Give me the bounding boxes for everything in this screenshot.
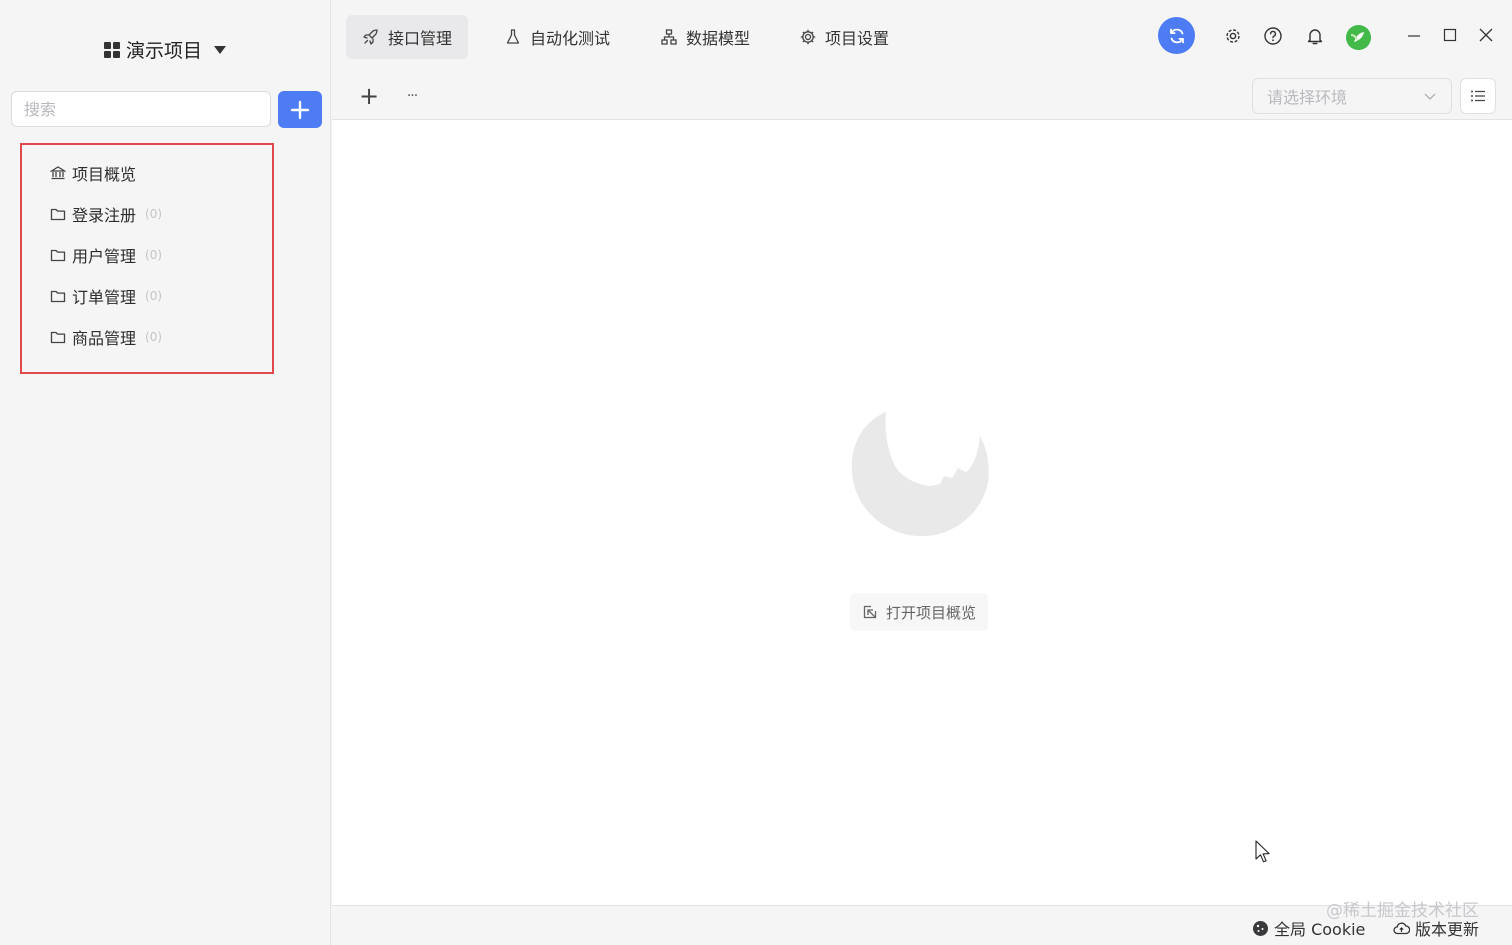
bank-icon bbox=[50, 166, 66, 180]
plus-icon bbox=[290, 100, 310, 119]
environment-placeholder: 请选择环境 bbox=[1267, 88, 1348, 107]
tab-label: 数据模型 bbox=[686, 29, 751, 48]
main-area: 接口管理 自动化测试 数据模型 项目设置 + ··· 请选择环境 打开项目概览 … bbox=[332, 0, 1512, 945]
open-overview-label: 打开项目概览 bbox=[886, 603, 977, 622]
content-panel: 打开项目概览 bbox=[332, 120, 1512, 905]
bell-icon bbox=[1307, 29, 1323, 45]
tab-automation-test[interactable]: 自动化测试 bbox=[488, 15, 626, 59]
sync-icon bbox=[1169, 28, 1184, 43]
tree-item-count: (0) bbox=[145, 289, 163, 303]
status-bar: @稀土掘金技术社区 全局 Cookie 版本更新 bbox=[332, 901, 1512, 945]
version-update-label: 版本更新 bbox=[1415, 920, 1480, 939]
tree-item-folder[interactable]: 商品管理 (0) bbox=[50, 325, 162, 349]
tree-item-label: 登录注册 bbox=[72, 206, 137, 225]
minimize-icon bbox=[1408, 35, 1420, 37]
folder-icon bbox=[50, 290, 66, 303]
list-view-button[interactable] bbox=[1460, 78, 1496, 114]
chevron-down-icon bbox=[1424, 93, 1436, 100]
environment-select[interactable]: 请选择环境 bbox=[1252, 78, 1452, 114]
folder-icon bbox=[50, 249, 66, 262]
caret-down-icon bbox=[214, 45, 227, 54]
folder-icon bbox=[50, 208, 66, 221]
tree-item-folder[interactable]: 用户管理 (0) bbox=[50, 243, 162, 267]
tree-item-count: (0) bbox=[145, 207, 163, 221]
tree-item-label: 用户管理 bbox=[72, 247, 137, 266]
mouse-cursor-icon bbox=[1255, 840, 1270, 863]
search-input[interactable] bbox=[11, 91, 271, 127]
gear-icon bbox=[1226, 29, 1240, 43]
rocket-icon bbox=[363, 29, 378, 45]
folder-icon bbox=[50, 331, 66, 344]
version-update-button[interactable]: 版本更新 bbox=[1393, 916, 1479, 940]
hierarchy-icon bbox=[661, 29, 677, 45]
tab-api-management[interactable]: 接口管理 bbox=[346, 15, 469, 59]
close-button[interactable] bbox=[1475, 24, 1497, 46]
add-button[interactable] bbox=[278, 91, 322, 128]
tree-item-label: 项目概览 bbox=[72, 165, 137, 184]
notifications-button[interactable] bbox=[1304, 25, 1326, 47]
list-icon bbox=[1471, 90, 1485, 102]
tab-label: 项目设置 bbox=[825, 29, 890, 48]
top-nav: 接口管理 自动化测试 数据模型 项目设置 bbox=[332, 0, 1512, 75]
tree-item-count: (0) bbox=[145, 330, 163, 344]
help-icon bbox=[1264, 27, 1282, 45]
flask-icon bbox=[506, 29, 520, 44]
tree-item-count: (0) bbox=[145, 248, 163, 262]
gear-icon bbox=[800, 29, 816, 45]
empty-state-illustration bbox=[851, 412, 989, 537]
project-switcher[interactable]: 演示项目 bbox=[104, 36, 227, 63]
api-tree: 项目概览 登录注册 (0) 用户管理 (0) 订单管理 (0) 商品管理 (0) bbox=[20, 143, 274, 374]
tree-item-label: 商品管理 bbox=[72, 329, 137, 348]
tree-item-folder[interactable]: 订单管理 (0) bbox=[50, 284, 162, 308]
global-cookie-button[interactable]: 全局 Cookie bbox=[1252, 916, 1365, 940]
sidebar: 演示项目 项目概览 登录注册 (0) 用户管理 (0) 订单管理 (0) 商品管… bbox=[0, 0, 331, 945]
more-button[interactable]: ··· bbox=[400, 85, 424, 107]
open-link-icon bbox=[863, 605, 877, 619]
minimize-button[interactable] bbox=[1403, 25, 1425, 47]
tree-item-label: 订单管理 bbox=[72, 288, 137, 307]
avatar[interactable] bbox=[1346, 25, 1371, 50]
tab-label: 自动化测试 bbox=[530, 29, 611, 48]
grid-icon bbox=[104, 41, 120, 58]
global-cookie-label: 全局 Cookie bbox=[1274, 920, 1366, 939]
cookie-icon bbox=[1253, 920, 1268, 936]
open-overview-button[interactable]: 打开项目概览 bbox=[850, 593, 989, 631]
new-tab-button[interactable]: + bbox=[357, 82, 381, 110]
sync-button[interactable] bbox=[1158, 17, 1195, 54]
tree-item-folder[interactable]: 登录注册 (0) bbox=[50, 202, 162, 226]
avatar-image bbox=[1346, 25, 1371, 50]
tree-item-overview[interactable]: 项目概览 bbox=[50, 161, 136, 185]
maximize-button[interactable] bbox=[1439, 24, 1461, 46]
cloud-update-icon bbox=[1393, 922, 1410, 934]
tab-data-model[interactable]: 数据模型 bbox=[644, 15, 766, 59]
tab-label: 接口管理 bbox=[388, 29, 453, 48]
toolbar: + ··· 请选择环境 bbox=[332, 75, 1512, 120]
tab-project-settings[interactable]: 项目设置 bbox=[783, 15, 905, 59]
settings-button[interactable] bbox=[1222, 25, 1244, 47]
help-button[interactable] bbox=[1262, 25, 1284, 47]
close-icon bbox=[1479, 28, 1493, 42]
maximize-icon bbox=[1443, 28, 1457, 42]
project-name: 演示项目 bbox=[126, 40, 203, 62]
